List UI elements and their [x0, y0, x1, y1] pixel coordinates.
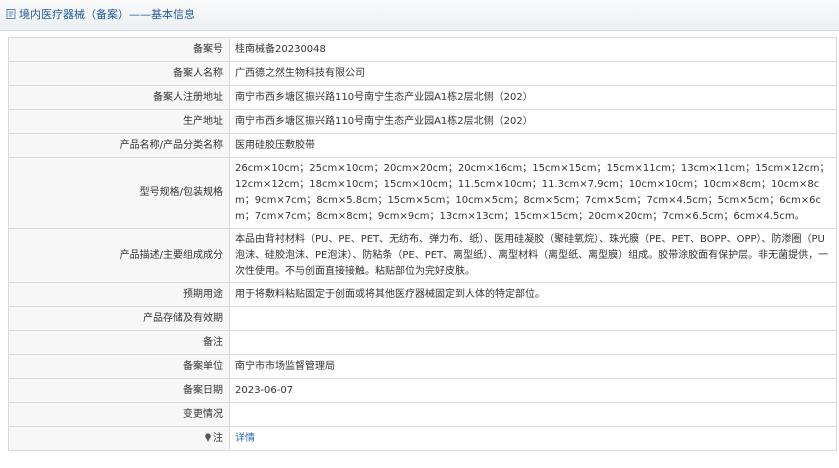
field-label: 生产地址: [8, 109, 230, 134]
field-label: 备案人名称: [8, 61, 230, 86]
table-row: 型号规格/包装规格 26cm×10cm；25cm×10cm；20cm×20cm；…: [8, 157, 837, 229]
field-value: 本品由背衬材料（PU、PE、PET、无纺布、弹力布、纸）、医用硅凝胶（聚硅氧烷）…: [229, 228, 837, 283]
page-title: 境内医疗器械（备案）——基本信息: [19, 8, 195, 21]
field-label: 产品存储及有效期: [8, 306, 230, 331]
field-label: 备案号: [8, 37, 230, 62]
table-row: 注 详情: [8, 426, 837, 451]
document-icon: [6, 9, 16, 19]
field-value: [229, 402, 837, 427]
table-row: 备案日期 2023-06-07: [8, 378, 837, 403]
table-row: 预期用途 用于将敷料粘贴固定于创面或将其他医疗器械固定到人体的特定部位。: [8, 282, 837, 307]
table-row: 产品名称/产品分类名称 医用硅胶压敷胶带: [8, 133, 837, 158]
field-label: 产品描述/主要组成成分: [8, 228, 230, 283]
field-value: 详情: [229, 426, 837, 451]
field-value: 26cm×10cm；25cm×10cm；20cm×20cm；20cm×16cm；…: [229, 157, 837, 229]
table-row: 产品描述/主要组成成分 本品由背衬材料（PU、PE、PET、无纺布、弹力布、纸）…: [8, 228, 837, 283]
detail-table: 备案号 桂南械备20230048 备案人名称 广西德之然生物科技有限公司 备案人…: [8, 37, 837, 451]
note-label: 注: [213, 432, 223, 444]
table-row: 生产地址 南宁市西乡塘区振兴路110号南宁生态产业园A1栋2层北侧（202）: [8, 109, 837, 134]
field-label: 预期用途: [8, 282, 230, 307]
pin-icon: [204, 432, 212, 442]
field-label: 注: [8, 426, 230, 451]
details-link[interactable]: 详情: [235, 433, 255, 444]
field-value: 南宁市西乡塘区振兴路110号南宁生态产业园A1栋2层北侧（202）: [229, 85, 837, 110]
table-row: 备案人注册地址 南宁市西乡塘区振兴路110号南宁生态产业园A1栋2层北侧（202…: [8, 85, 837, 110]
field-value: 医用硅胶压敷胶带: [229, 133, 837, 158]
field-label: 备注: [8, 330, 230, 355]
field-value: 用于将敷料粘贴固定于创面或将其他医疗器械固定到人体的特定部位。: [229, 282, 837, 307]
field-value: 广西德之然生物科技有限公司: [229, 61, 837, 86]
detail-table-container: 备案号 桂南械备20230048 备案人名称 广西德之然生物科技有限公司 备案人…: [8, 37, 837, 451]
table-row: 备案人名称 广西德之然生物科技有限公司: [8, 61, 837, 86]
field-label: 备案日期: [8, 378, 230, 403]
field-value: 2023-06-07: [229, 378, 837, 403]
page: 境内医疗器械（备案）——基本信息 备案号 桂南械备20230048 备案人名称 …: [0, 0, 839, 468]
field-value: 桂南械备20230048: [229, 37, 837, 62]
table-row: 备注: [8, 330, 837, 355]
table-row: 备案号 桂南械备20230048: [8, 37, 837, 62]
field-value: [229, 306, 837, 331]
field-label: 变更情况: [8, 402, 230, 427]
table-row: 变更情况: [8, 402, 837, 427]
field-value: [229, 330, 837, 355]
table-row: 产品存储及有效期: [8, 306, 837, 331]
field-label: 备案人注册地址: [8, 85, 230, 110]
field-value: 南宁市西乡塘区振兴路110号南宁生态产业园A1栋2层北侧（202）: [229, 109, 837, 134]
page-header: 境内医疗器械（备案）——基本信息: [0, 0, 839, 31]
field-label: 备案单位: [8, 354, 230, 379]
table-row: 备案单位 南宁市市场监督管理局: [8, 354, 837, 379]
field-label: 产品名称/产品分类名称: [8, 133, 230, 158]
field-label: 型号规格/包装规格: [8, 157, 230, 229]
field-value: 南宁市市场监督管理局: [229, 354, 837, 379]
